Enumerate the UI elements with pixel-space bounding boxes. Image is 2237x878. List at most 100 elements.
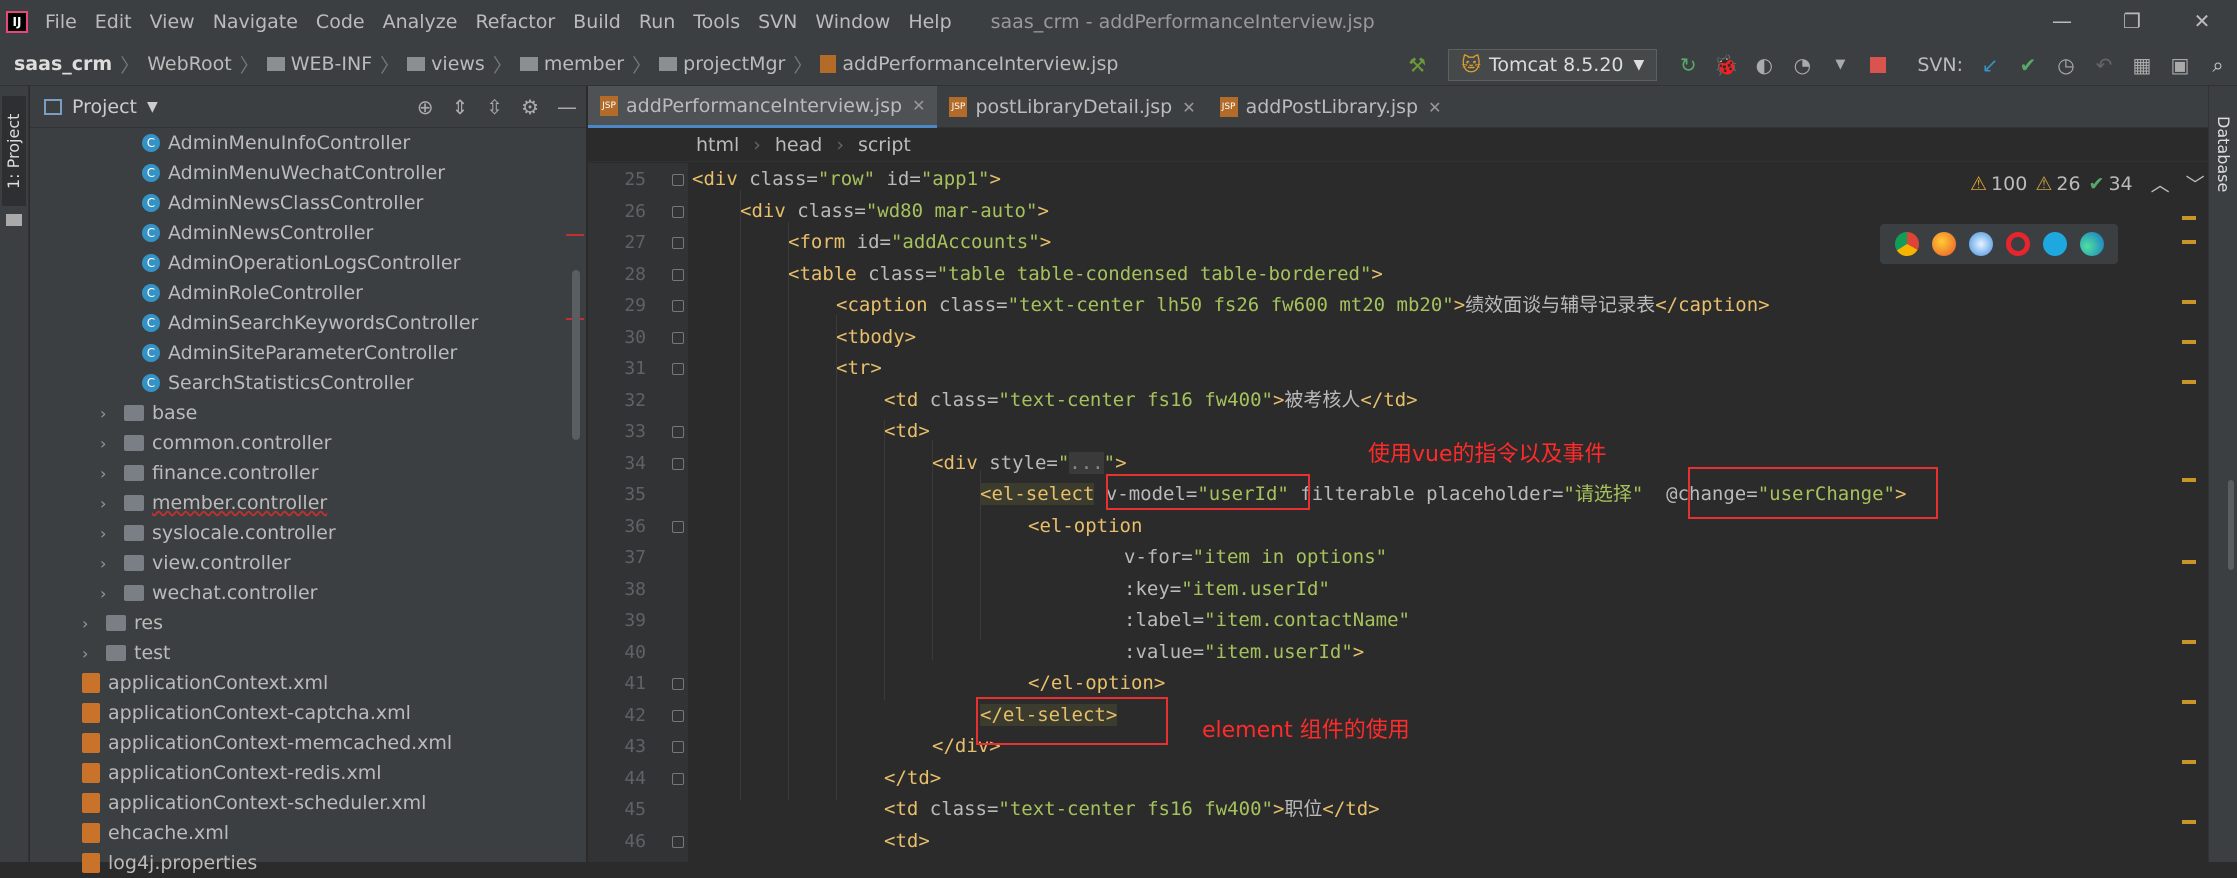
project-scrollbar[interactable] — [572, 270, 580, 440]
tree-item[interactable]: C AdminMenuWechatController — [142, 158, 445, 188]
code-line[interactable]: <el-option — [1028, 511, 1142, 543]
ie-icon[interactable] — [2042, 232, 2067, 256]
editor-breadcrumb-item[interactable]: html — [696, 134, 739, 156]
close-icon[interactable]: ✕ — [912, 96, 925, 115]
breadcrumb-item[interactable]: WebRoot — [147, 53, 231, 75]
project-structure-icon[interactable]: ▦ — [2129, 52, 2155, 78]
fold-marker-icon[interactable] — [672, 741, 684, 753]
tree-item[interactable]: applicationContext-captcha.xml — [82, 698, 411, 728]
code-line[interactable]: v-for="item in options" — [1124, 542, 1387, 574]
close-icon[interactable]: ✕ — [1428, 98, 1441, 117]
inspection-widget[interactable]: ⚠ 100 ⚠ 26 ✔ 34 ︿ ﹀ — [1962, 170, 2205, 197]
build-hammer-icon[interactable]: ⚒ — [1404, 52, 1430, 78]
close-icon[interactable]: ✕ — [1182, 98, 1195, 117]
restore-icon[interactable]: ❐ — [2097, 0, 2167, 43]
editor-tab[interactable]: JSP addPerformanceInterview.jsp ✕ — [588, 86, 938, 128]
tree-item[interactable]: applicationContext-memcached.xml — [82, 728, 452, 758]
tree-item[interactable]: ehcache.xml — [82, 818, 229, 848]
breadcrumb-item[interactable]: WEB-INF — [291, 53, 372, 75]
expand-all-icon[interactable]: ⇕ — [452, 95, 469, 119]
minimize-icon[interactable]: — — [2027, 0, 2097, 43]
fold-marker-icon[interactable] — [672, 268, 684, 281]
chevron-right-icon[interactable]: › — [100, 434, 116, 453]
opera-icon[interactable] — [2005, 232, 2030, 256]
code-line[interactable]: <td class="text-center fs16 fw400">被考核人<… — [884, 385, 1418, 417]
fold-marker-icon[interactable] — [672, 678, 684, 690]
code-line[interactable]: <tbody> — [836, 322, 916, 354]
tree-item[interactable]: log4j.properties — [82, 848, 257, 878]
editor-breadcrumb-item[interactable]: script — [858, 134, 911, 156]
coverage-icon[interactable]: ◐ — [1751, 52, 1777, 78]
breadcrumb-item[interactable]: saas_crm — [14, 53, 112, 75]
menu-svn[interactable]: SVN — [758, 11, 797, 33]
fold-marker-icon[interactable] — [672, 426, 684, 438]
chevron-down-icon[interactable]: ▼ — [147, 99, 158, 115]
fold-marker-icon[interactable] — [672, 772, 684, 785]
history-icon[interactable]: ◷ — [2053, 52, 2079, 78]
menu-build[interactable]: Build — [573, 11, 621, 33]
code-line[interactable]: :label="item.contactName" — [1124, 605, 1410, 637]
chevron-right-icon[interactable]: › — [100, 554, 116, 573]
revert-icon[interactable]: ↶ — [2091, 52, 2117, 78]
tree-item[interactable]: applicationContext.xml — [82, 668, 328, 698]
chevron-right-icon[interactable]: › — [100, 524, 116, 543]
svn-commit-icon[interactable]: ✔ — [2015, 52, 2041, 78]
tree-item[interactable]: › wechat.controller — [100, 578, 318, 608]
code-line[interactable]: <caption class="text-center lh50 fs26 fw… — [836, 290, 1770, 322]
profile-icon[interactable]: ◔ — [1789, 52, 1815, 78]
menu-edit[interactable]: Edit — [95, 11, 132, 33]
tree-item[interactable]: C SearchStatisticsController — [142, 368, 414, 398]
menu-tools[interactable]: Tools — [693, 11, 740, 33]
fold-marker-icon[interactable] — [672, 300, 684, 312]
chevron-right-icon[interactable]: › — [100, 584, 116, 603]
breadcrumb-item[interactable]: member — [544, 53, 624, 75]
tree-item[interactable]: C AdminOperationLogsController — [142, 248, 460, 278]
editor-tab[interactable]: JSP postLibraryDetail.jsp ✕ — [937, 86, 1207, 128]
code-line[interactable]: :value="item.userId"> — [1124, 637, 1364, 669]
code-line[interactable]: :key="item.userId" — [1124, 574, 1330, 606]
run-config-select[interactable]: 🐱 Tomcat 8.5.20 ▼ — [1448, 48, 1658, 81]
chevron-right-icon[interactable]: › — [82, 614, 98, 633]
collapse-all-icon[interactable]: ⇳ — [486, 95, 503, 119]
tree-item[interactable]: › base — [100, 398, 197, 428]
code-line[interactable]: <td> — [884, 416, 930, 448]
tree-item[interactable]: applicationContext-redis.xml — [82, 758, 382, 788]
chevron-right-icon[interactable]: › — [82, 644, 98, 663]
tree-item[interactable]: › res — [82, 608, 163, 638]
editor-breadcrumb-item[interactable]: head — [775, 134, 822, 156]
chevron-right-icon[interactable]: › — [100, 494, 116, 513]
tree-item[interactable]: › syslocale.controller — [100, 518, 336, 548]
fold-marker-icon[interactable] — [672, 205, 684, 218]
code-line[interactable]: </el-option> — [1028, 668, 1165, 700]
close-icon[interactable]: ✕ — [2167, 0, 2237, 43]
debug-icon[interactable]: 🐞 — [1713, 52, 1739, 78]
locate-icon[interactable]: ⊕ — [417, 95, 434, 119]
fold-marker-icon[interactable] — [672, 835, 684, 848]
fold-marker-icon[interactable] — [672, 520, 684, 533]
tree-item[interactable]: › finance.controller — [100, 458, 319, 488]
code-line[interactable]: <div class="wd80 mar-auto"> — [740, 196, 1049, 228]
code-line[interactable]: <td> — [884, 826, 930, 858]
fold-marker-icon[interactable] — [672, 457, 684, 470]
code-line[interactable]: <td class="text-center fs16 fw400">职位</t… — [884, 794, 1380, 826]
presentation-icon[interactable]: ▣ — [2167, 52, 2193, 78]
tree-item[interactable]: C AdminRoleController — [142, 278, 363, 308]
menu-analyze[interactable]: Analyze — [383, 11, 458, 33]
project-panel-title[interactable]: Project — [72, 96, 137, 118]
editor-scrollbar[interactable] — [2228, 480, 2234, 570]
stop-icon[interactable] — [1865, 52, 1891, 78]
firefox-icon[interactable] — [1931, 232, 1956, 256]
code-line[interactable]: </td> — [884, 763, 941, 795]
chevron-right-icon[interactable]: › — [100, 464, 116, 483]
tree-item[interactable]: C AdminSearchKeywordsController — [142, 308, 478, 338]
menu-code[interactable]: Code — [316, 11, 365, 33]
menu-view[interactable]: View — [150, 11, 195, 33]
fold-marker-icon[interactable] — [672, 331, 684, 344]
database-tool-tab[interactable]: Database — [2211, 116, 2235, 192]
fold-marker-icon[interactable] — [672, 363, 684, 375]
tree-item[interactable]: › view.controller — [100, 548, 291, 578]
menu-help[interactable]: Help — [908, 11, 951, 33]
safari-icon[interactable] — [1968, 232, 1993, 256]
tree-item[interactable]: C AdminNewsController — [142, 218, 373, 248]
project-tool-tab[interactable]: 1: Project — [2, 96, 26, 206]
